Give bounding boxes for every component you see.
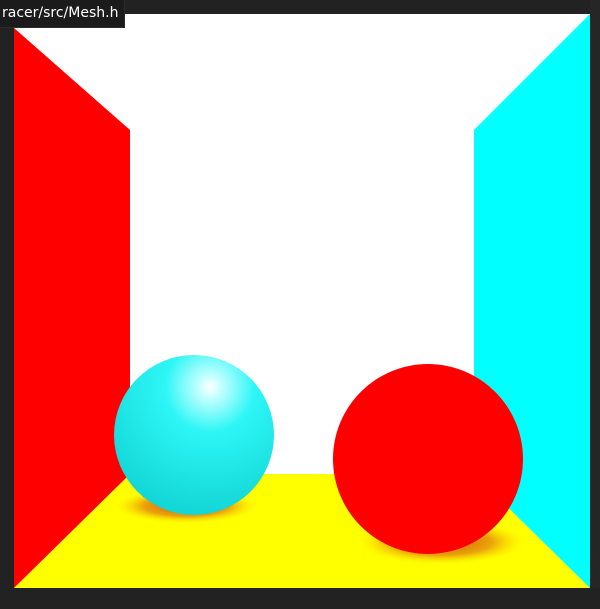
image-viewer-window: racer/src/Mesh.h [0, 0, 600, 609]
file-path-tooltip: racer/src/Mesh.h [0, 0, 125, 27]
right-frame-edge [590, 0, 600, 609]
tooltip-text: racer/src/Mesh.h [2, 5, 119, 21]
cyan-sphere [114, 355, 274, 515]
red-sphere [333, 364, 523, 554]
rendered-image [14, 14, 590, 588]
cornell-box-render [14, 14, 590, 588]
bottom-frame-edge [0, 588, 600, 609]
